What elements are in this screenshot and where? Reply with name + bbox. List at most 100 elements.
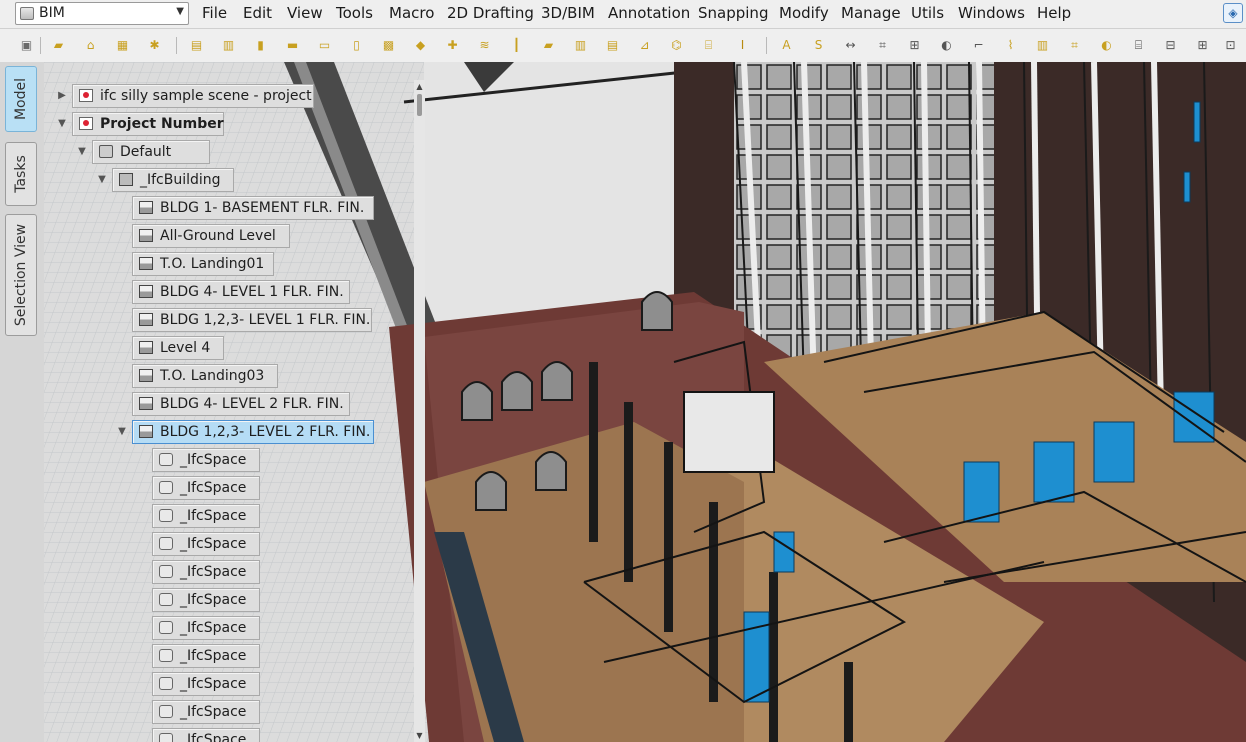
project-icon[interactable]: ▣	[18, 37, 35, 54]
tree-item[interactable]: BLDG 1- BASEMENT FLR. FIN.	[132, 196, 374, 220]
tree-item[interactable]: Project Number	[72, 112, 224, 136]
workbench-selector[interactable]: BIM ▼	[15, 2, 189, 25]
folder-icon[interactable]: ▰	[540, 37, 557, 54]
space-icon[interactable]: ⌗	[1066, 37, 1083, 54]
window-icon[interactable]: ▩	[380, 37, 397, 54]
workbench-label: BIM	[39, 5, 65, 21]
tab-model[interactable]: Model	[5, 66, 37, 132]
truss-icon[interactable]: ⊿	[636, 37, 653, 54]
site-icon[interactable]: ▦	[114, 37, 131, 54]
tree-item[interactable]: _IfcSpace	[152, 616, 260, 640]
scroll-down-arrow-icon[interactable]: ▼	[414, 731, 425, 740]
space-icon	[159, 509, 173, 522]
chevron-down-icon[interactable]: ▼	[97, 175, 107, 185]
tree-item[interactable]: Default	[92, 140, 210, 164]
menu-windows[interactable]: Windows	[958, 4, 1025, 22]
dimension-icon[interactable]: ↔	[842, 37, 859, 54]
menu-tools[interactable]: Tools	[336, 4, 373, 22]
menu-utils[interactable]: Utils	[911, 4, 944, 22]
tree-item[interactable]: _IfcSpace	[152, 560, 260, 584]
profile-icon[interactable]: ⌬	[668, 37, 685, 54]
tree-item-label: All-Ground Level	[160, 228, 276, 244]
text-icon[interactable]: A	[778, 37, 795, 54]
tree-item[interactable]: _IfcSpace	[152, 700, 260, 724]
tab-selection-view[interactable]: Selection View	[5, 214, 37, 336]
chevron-right-icon[interactable]: ▶	[57, 91, 67, 101]
tree-item[interactable]: _IfcSpace	[152, 504, 260, 528]
tree-item-label: T.O. Landing01	[160, 256, 265, 272]
scroll-thumb[interactable]	[417, 94, 422, 116]
menu-edit[interactable]: Edit	[243, 4, 272, 22]
tree-item[interactable]: BLDG 1,2,3- LEVEL 1 FLR. FIN.	[132, 308, 372, 332]
toolbar: ▣ ▰ ⌂ ▦ ✱ ▤ ▥ ▮ ▬ ▭ ▯ ▩ ◆ ✚ ≋ ┃ ▰ ▥ ▤ ⊿ ⌬ ⌸ Ⅰ A S ↔ ⌗ ⊞ ◐ ⌐ ⌇ ▥ ⌗ ◐ ⌸ ⊟ ⊞ ⊡	[0, 29, 1246, 63]
building-part-icon	[139, 425, 153, 438]
tree-view-icon[interactable]: ⊞	[1194, 37, 1211, 54]
whats-this-icon[interactable]: ◈	[1223, 3, 1243, 23]
schedule-icon[interactable]: ▥	[1034, 37, 1051, 54]
panel-icon[interactable]: ▭	[316, 37, 333, 54]
tree-item[interactable]: _IfcSpace	[152, 532, 260, 556]
menu-file[interactable]: File	[202, 4, 227, 22]
axis-icon[interactable]: ⌗	[874, 37, 891, 54]
tree-item[interactable]: All-Ground Level	[132, 224, 290, 248]
column-icon[interactable]: ▮	[252, 37, 269, 54]
menu-snapping[interactable]: Snapping	[698, 4, 768, 22]
grid-icon[interactable]: ⊞	[906, 37, 923, 54]
tree-item[interactable]: BLDG 1,2,3- LEVEL 2 FLR. FIN.	[132, 420, 374, 444]
roof-icon[interactable]: ◆	[412, 37, 429, 54]
ifc-explorer-icon[interactable]: ⊟	[1162, 37, 1179, 54]
fence-icon[interactable]: ▥	[572, 37, 589, 54]
menu-annotation[interactable]: Annotation	[608, 4, 690, 22]
tree-item[interactable]: _IfcSpace	[152, 672, 260, 696]
section-plane-icon[interactable]: ◐	[938, 37, 955, 54]
building-part-icon[interactable]: ✱	[146, 37, 163, 54]
material-icon[interactable]: ⌇	[1002, 37, 1019, 54]
structure-icon[interactable]: ⌂	[82, 37, 99, 54]
slab-icon[interactable]: ▤	[188, 37, 205, 54]
tree-item[interactable]: _IfcSpace	[152, 448, 260, 472]
wall-icon[interactable]: ▰	[50, 37, 67, 54]
space-icon	[159, 565, 173, 578]
chevron-down-icon[interactable]: ▼	[77, 147, 87, 157]
survey-icon[interactable]: ⌸	[1130, 37, 1147, 54]
tree-scrollbar[interactable]: ▲ ▼	[414, 80, 425, 742]
tree-item[interactable]: _IfcSpace	[152, 588, 260, 612]
tree-item[interactable]: BLDG 4- LEVEL 2 FLR. FIN.	[132, 392, 350, 416]
menu-2d-drafting[interactable]: 2D Drafting	[447, 4, 534, 22]
tree-item[interactable]: ifc silly sample scene - project	[72, 84, 314, 108]
scroll-up-arrow-icon[interactable]: ▲	[414, 82, 425, 91]
menu-3d-bim[interactable]: 3D/BIM	[541, 4, 595, 22]
tree-item[interactable]: Level 4	[132, 336, 224, 360]
drawing-view-icon[interactable]: ⊡	[1222, 37, 1239, 54]
cut-line-icon[interactable]: ⌐	[970, 37, 987, 54]
tree-item[interactable]: T.O. Landing01	[132, 252, 274, 276]
tree-item[interactable]: _IfcSpace	[152, 476, 260, 500]
tree-item[interactable]: T.O. Landing03	[132, 364, 278, 388]
stairs-icon[interactable]: ▥	[220, 37, 237, 54]
chevron-down-icon[interactable]: ▼	[117, 427, 127, 437]
menu-modify[interactable]: Modify	[779, 4, 829, 22]
tree-item[interactable]: _IfcBuilding	[112, 168, 234, 192]
tree-item[interactable]: _IfcSpace	[152, 644, 260, 668]
chevron-down-icon[interactable]: ▼	[57, 119, 67, 129]
equipment-icon[interactable]: ⌸	[700, 37, 717, 54]
beam-icon[interactable]: ▬	[284, 37, 301, 54]
menu-macro[interactable]: Macro	[389, 4, 434, 22]
rebar-icon[interactable]: Ⅰ	[734, 37, 751, 54]
reference-icon[interactable]: ◐	[1098, 37, 1115, 54]
door-icon[interactable]: ▯	[348, 37, 365, 54]
curtain-wall-icon[interactable]: ≋	[476, 37, 493, 54]
menu-bar: BIM ▼ File Edit View Tools Macro 2D Draf…	[0, 0, 1246, 29]
menu-view[interactable]: View	[287, 4, 323, 22]
tab-tasks[interactable]: Tasks	[5, 142, 37, 206]
railing-icon[interactable]: ▤	[604, 37, 621, 54]
model-tree[interactable]: ▶ ifc silly sample scene - project ▼ Projec…	[44, 62, 414, 742]
tree-item[interactable]: BLDG 4- LEVEL 1 FLR. FIN.	[132, 280, 350, 304]
tree-item[interactable]: _IfcSpace	[152, 728, 260, 742]
shape-string-icon[interactable]: S	[810, 37, 827, 54]
pipe-icon[interactable]: ┃	[508, 37, 525, 54]
menu-manage[interactable]: Manage	[841, 4, 901, 22]
building-part-icon	[139, 397, 153, 410]
frame-icon[interactable]: ✚	[444, 37, 461, 54]
menu-help[interactable]: Help	[1037, 4, 1071, 22]
